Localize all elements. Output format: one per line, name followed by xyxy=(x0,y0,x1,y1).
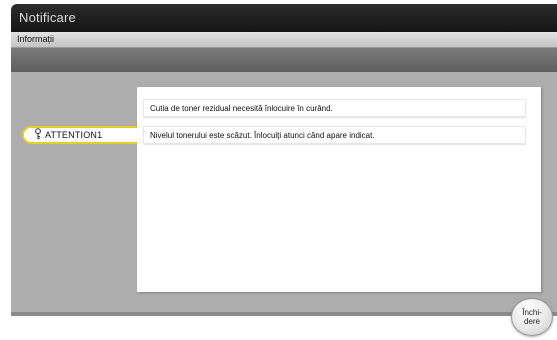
subheader-title: Informații xyxy=(17,34,55,44)
attention-label: ATTENTION1 xyxy=(45,130,103,140)
close-button[interactable]: Închi- dere xyxy=(511,298,553,336)
close-button-label: Închi- dere xyxy=(522,308,542,326)
key-icon xyxy=(35,128,41,140)
bottom-divider xyxy=(11,312,557,316)
toolbar-band xyxy=(11,48,557,72)
message-row[interactable]: Nivelul tonerului este scăzut. Înlocuiți… xyxy=(143,126,526,144)
subheader-bar xyxy=(11,32,557,48)
window-title: Notificare xyxy=(19,10,76,25)
title-bar xyxy=(11,4,557,32)
message-row[interactable]: Cutia de toner rezidual necesită înlocui… xyxy=(143,99,526,117)
message-panel: Cutia de toner rezidual necesită înlocui… xyxy=(137,87,541,292)
